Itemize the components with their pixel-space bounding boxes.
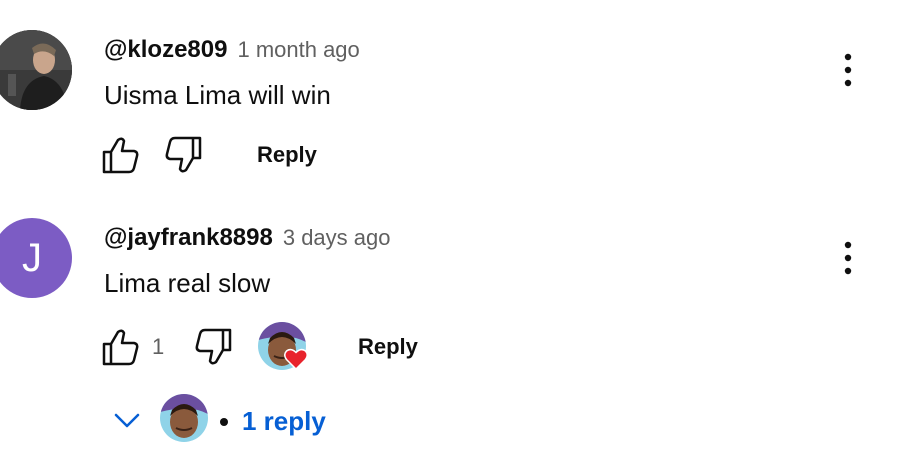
reply-author-avatar-image-icon	[160, 394, 208, 442]
reply-button[interactable]: Reply	[358, 334, 418, 360]
author-name[interactable]: @kloze809	[104, 36, 227, 64]
avatar[interactable]: J	[0, 218, 72, 298]
like-button[interactable]	[100, 134, 142, 176]
comment-time[interactable]: 1 month ago	[237, 37, 359, 63]
avatar[interactable]	[0, 30, 72, 110]
vertical-dots-icon	[844, 241, 852, 275]
like-count: 1	[152, 334, 165, 359]
comment-header: @jayfrank8898 3 days ago	[104, 224, 390, 252]
dislike-button[interactable]	[192, 326, 234, 368]
reply-button[interactable]: Reply	[257, 142, 317, 168]
thumbs-up-icon	[102, 329, 139, 366]
heart-icon	[284, 348, 308, 370]
more-actions-button[interactable]	[834, 240, 862, 276]
thumbs-down-icon	[165, 136, 202, 173]
avatar-photo-icon	[0, 30, 72, 110]
comment-text: Uisma Lima will win	[104, 80, 331, 110]
comment-text: Lima real slow	[104, 268, 271, 298]
author-name[interactable]: @jayfrank8898	[104, 224, 273, 252]
like-button[interactable]	[100, 326, 142, 368]
creator-heart-badge	[258, 322, 310, 374]
comment-header: @kloze809 1 month ago	[104, 36, 360, 64]
separator-dot	[220, 418, 228, 426]
thumbs-down-icon	[195, 328, 232, 365]
dislike-button[interactable]	[162, 134, 204, 176]
more-actions-button[interactable]	[834, 52, 862, 88]
comment-time[interactable]: 3 days ago	[283, 225, 391, 251]
replies-count-link[interactable]: 1 reply	[242, 406, 326, 437]
thumbs-up-icon	[102, 137, 139, 174]
chevron-down-icon	[114, 413, 140, 428]
reply-author-avatar	[160, 394, 208, 442]
vertical-dots-icon	[844, 53, 852, 87]
